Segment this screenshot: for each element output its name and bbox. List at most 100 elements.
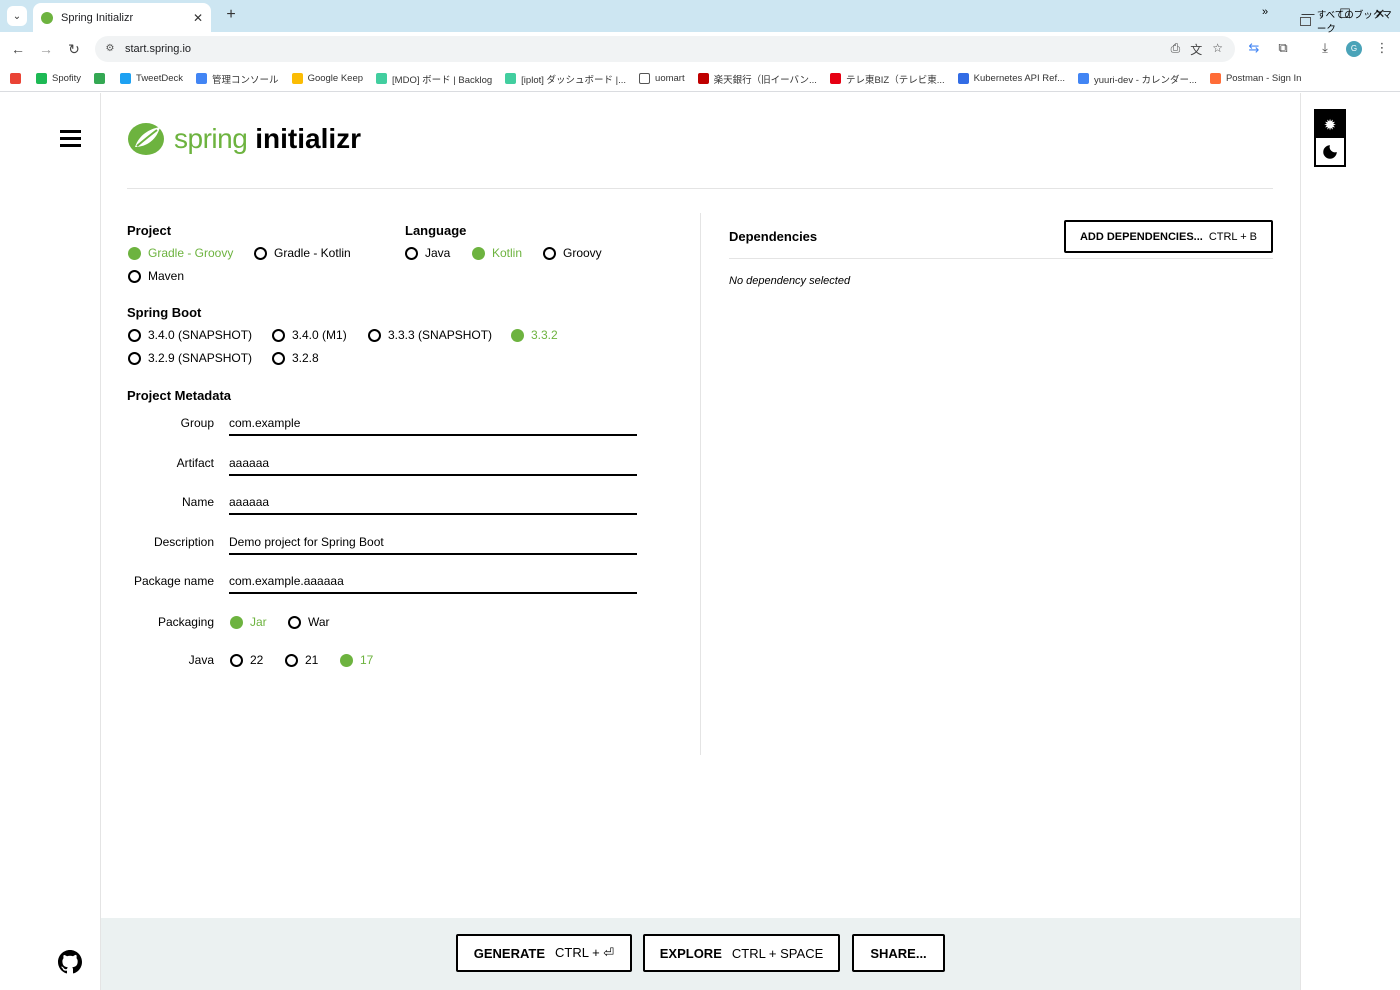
bookmark-item[interactable]: Spofity: [36, 73, 81, 84]
browser-toolbar: ← → ↻ ⚙ start.spring.io ⎙ 文 ☆ ⇆ ⧉ ⤓ G ⋮: [0, 32, 1400, 66]
spring-boot-radio-3-3-2[interactable]: 3.3.2: [511, 328, 558, 342]
tab-close-icon[interactable]: ✕: [193, 11, 203, 25]
bookmark-item[interactable]: yuuri-dev - カレンダー...: [1078, 72, 1197, 86]
bookmark-item[interactable]: Google Keep: [291, 73, 363, 84]
radio-indicator-icon: [272, 328, 285, 342]
bookmark-item[interactable]: Kubernetes API Ref...: [957, 73, 1065, 84]
bookmark-label: Spofity: [52, 73, 82, 84]
install-app-icon[interactable]: ⎙: [1171, 41, 1181, 58]
project-radio-gradle-groovy[interactable]: Gradle - Groovy: [128, 246, 233, 260]
radio-indicator-icon: [368, 328, 381, 342]
spring-leaf-icon: [128, 123, 164, 155]
all-bookmarks-folder[interactable]: すべてのブックマーク: [1300, 7, 1400, 35]
language-option-label: Java: [425, 246, 451, 260]
spring-boot-radio-3-4-0-m1[interactable]: 3.4.0 (M1): [272, 328, 347, 342]
bookmark-label: TweetDeck: [136, 73, 184, 84]
bookmark-favicon-icon: [639, 73, 651, 84]
spring-boot-title: Spring Boot: [127, 305, 202, 320]
bookmark-star-icon[interactable]: ☆: [1212, 41, 1223, 58]
project-option-label: Maven: [148, 269, 185, 283]
logo-initializr-text: initializr: [255, 123, 362, 154]
add-dependencies-label: ADD DEPENDENCIES...: [1079, 230, 1203, 243]
metadata-input-package-name[interactable]: com.example.aaaaaa: [229, 572, 637, 594]
forward-arrow-icon[interactable]: →: [37, 40, 55, 58]
spring-boot-option-label: 3.2.8: [292, 351, 319, 365]
sun-icon[interactable]: ✹: [1316, 111, 1344, 138]
packaging-radio-war[interactable]: War: [288, 615, 330, 629]
bookmark-item[interactable]: uomart: [639, 73, 685, 84]
spring-boot-radio-3-2-8[interactable]: 3.2.8: [272, 351, 319, 365]
radio-indicator-icon: [272, 351, 285, 365]
radio-indicator-icon: [230, 615, 243, 629]
bookmarks-bar: Spofity TweetDeck 管理コンソール Google Keep [MDO] …: [0, 66, 1400, 92]
translate-extension-icon[interactable]: ⇆: [1245, 40, 1263, 56]
spring-initializr-logo[interactable]: spring initializr: [127, 121, 361, 157]
reload-icon[interactable]: ↻: [65, 40, 83, 58]
new-tab-plus-icon[interactable]: +: [222, 6, 240, 24]
bookmark-item[interactable]: 楽天銀行（旧イーバン...: [697, 72, 817, 86]
translate-icon[interactable]: 文: [1190, 41, 1202, 58]
add-dependencies-button[interactable]: ADD DEPENDENCIES... CTRL + B: [1064, 220, 1273, 253]
metadata-input-group[interactable]: com.example: [229, 414, 637, 436]
all-bookmarks-label: すべてのブックマーク: [1316, 10, 1392, 35]
radio-indicator-icon: [543, 246, 556, 260]
language-radio-groovy[interactable]: Groovy: [543, 246, 602, 260]
profile-avatar[interactable]: G: [1346, 41, 1362, 57]
extensions-puzzle-icon[interactable]: ⧉: [1274, 40, 1292, 56]
project-radio-maven[interactable]: Maven: [128, 269, 184, 283]
bookmark-item[interactable]: [94, 73, 110, 84]
generate-shortcut: CTRL + ⏎: [555, 945, 615, 960]
metadata-label-artifact: Artifact: [176, 456, 214, 470]
tab-search-chevron-icon[interactable]: ⌄: [7, 6, 27, 26]
language-title: Language: [405, 223, 467, 238]
menu-hamburger-icon[interactable]: [60, 130, 81, 147]
bookmark-item[interactable]: TweetDeck: [120, 73, 183, 84]
bookmark-item[interactable]: [MDO] ボード | Backlog: [376, 72, 492, 86]
language-radio-kotlin[interactable]: Kotlin: [472, 246, 522, 260]
java-option-label: 21: [305, 653, 319, 667]
spring-boot-radio-3-4-0-snapshot[interactable]: 3.4.0 (SNAPSHOT): [128, 328, 252, 342]
metadata-input-artifact[interactable]: aaaaaa: [229, 454, 637, 476]
generate-button[interactable]: GENERATE CTRL + ⏎: [456, 934, 632, 972]
spring-boot-radio-3-3-3-snapshot[interactable]: 3.3.3 (SNAPSHOT): [368, 328, 492, 342]
spring-boot-option-label: 3.4.0 (SNAPSHOT): [148, 328, 253, 342]
metadata-input-name[interactable]: aaaaaa: [229, 493, 637, 515]
browser-tab-active[interactable]: Spring Initializr ✕: [33, 3, 211, 32]
spring-boot-radio-3-2-9-snapshot[interactable]: 3.2.9 (SNAPSHOT): [128, 351, 252, 365]
generate-label: GENERATE: [473, 945, 546, 961]
browser-menu-kebab-icon[interactable]: ⋮: [1373, 40, 1391, 56]
bookmark-item[interactable]: [10, 73, 26, 84]
bookmark-item[interactable]: Postman - Sign In: [1209, 73, 1301, 84]
project-option-label: Gradle - Groovy: [148, 246, 234, 260]
language-radio-java[interactable]: Java: [405, 246, 450, 260]
bookmarks-overflow-chevron-icon[interactable]: »: [1262, 6, 1268, 18]
metadata-label-package-name: Package name: [133, 574, 214, 588]
theme-toggle[interactable]: ✹: [1314, 109, 1346, 167]
packaging-radio-jar[interactable]: Jar: [230, 615, 267, 629]
packaging-option-label: Jar: [250, 615, 267, 629]
explore-shortcut: CTRL + SPACE: [731, 945, 824, 961]
folder-icon: [1300, 16, 1311, 26]
java-radio-17[interactable]: 17: [340, 653, 373, 667]
github-icon[interactable]: [58, 950, 82, 974]
bookmark-label: Kubernetes API Ref...: [973, 73, 1065, 84]
downloads-icon[interactable]: ⤓: [1316, 40, 1334, 56]
bookmark-item[interactable]: テレ東BIZ（テレビ東...: [829, 72, 945, 86]
metadata-input-description[interactable]: Demo project for Spring Boot: [229, 533, 637, 555]
java-radio-22[interactable]: 22: [230, 653, 263, 667]
radio-indicator-icon: [405, 246, 418, 260]
project-title: Project: [127, 223, 172, 238]
radio-indicator-icon: [288, 615, 301, 629]
site-info-icon[interactable]: ⚙: [103, 42, 117, 56]
bookmark-item[interactable]: [iplot] ダッシュボード |...: [505, 72, 626, 86]
spring-boot-option-label: 3.3.2: [531, 328, 558, 342]
explore-button[interactable]: EXPLORE CTRL + SPACE: [643, 934, 840, 972]
address-bar[interactable]: ⚙ start.spring.io ⎙ 文 ☆: [95, 36, 1235, 62]
project-radio-gradle-kotlin[interactable]: Gradle - Kotlin: [254, 246, 351, 260]
moon-icon[interactable]: [1316, 138, 1344, 165]
back-arrow-icon[interactable]: ←: [9, 40, 27, 58]
java-radio-21[interactable]: 21: [285, 653, 318, 667]
bookmark-item[interactable]: 管理コンソール: [196, 72, 279, 86]
share-button[interactable]: SHARE...: [852, 934, 945, 972]
metadata-label-group: Group: [180, 416, 214, 430]
